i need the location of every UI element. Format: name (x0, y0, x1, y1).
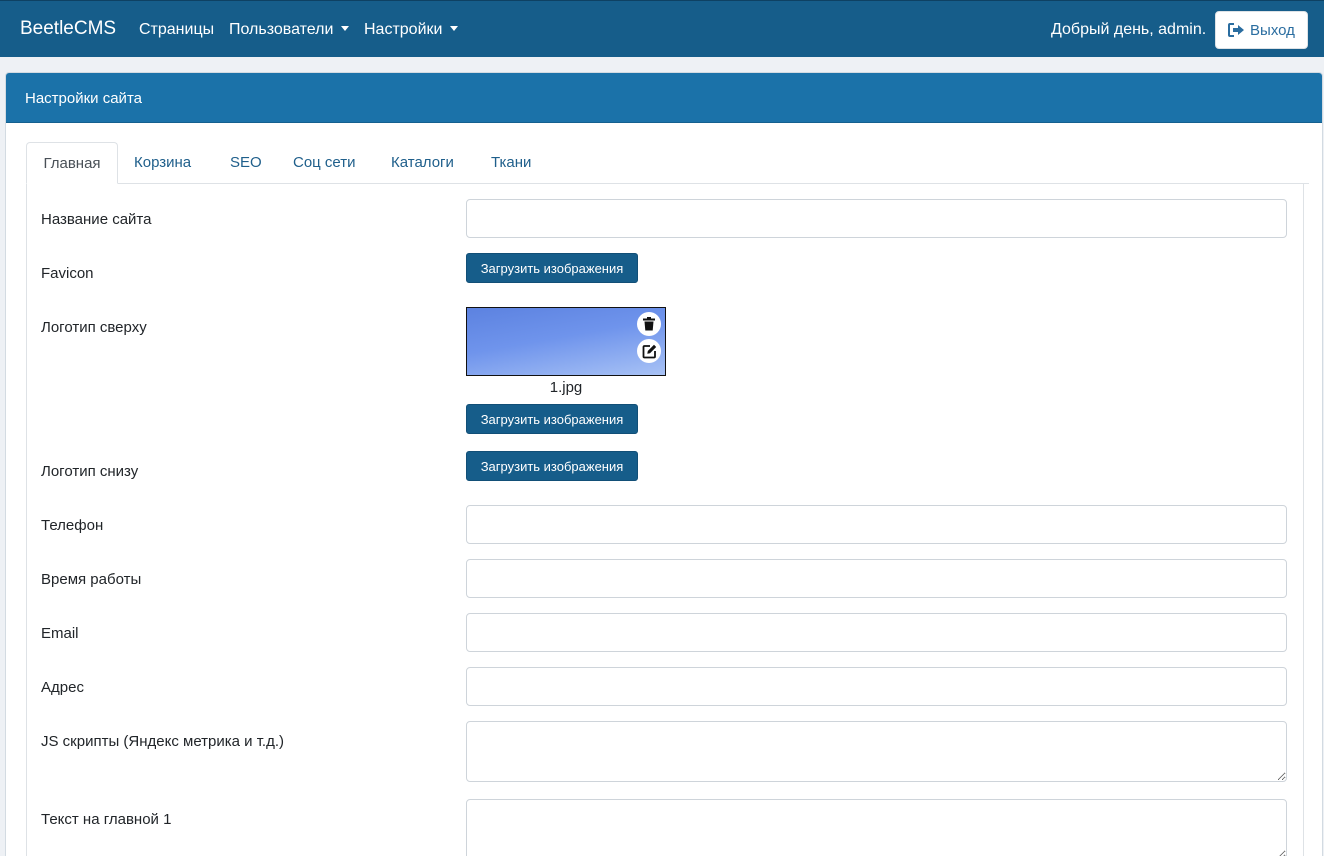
site-name-label: Название сайта (41, 211, 152, 228)
brand-logo[interactable]: BeetleCMS (20, 18, 116, 40)
nav-item-settings[interactable]: Настройки (364, 21, 459, 39)
chevron-down-icon (341, 26, 350, 31)
tab-fabrics[interactable]: Ткани (491, 154, 531, 171)
nav-item-settings-label: Настройки (364, 21, 443, 38)
address-label: Адрес (41, 679, 84, 696)
card-title: Настройки сайта (25, 90, 142, 107)
work-time-label: Время работы (41, 571, 142, 588)
edit-icon (642, 344, 656, 358)
nav-item-pages[interactable]: Страницы (139, 21, 214, 39)
logo-top-upload-button[interactable]: Загрузить изображения (466, 404, 638, 434)
logo-bottom-upload-button[interactable]: Загрузить изображения (466, 451, 638, 481)
logo-bottom-label: Логотип снизу (41, 463, 139, 480)
favicon-upload-button[interactable]: Загрузить изображения (466, 253, 638, 283)
logo-top-thumbnail (466, 307, 666, 376)
address-input[interactable] (466, 667, 1287, 706)
tab-social[interactable]: Соц сети (293, 154, 356, 171)
sign-out-icon (1228, 23, 1245, 37)
logout-label: Выход (1250, 21, 1295, 39)
logo-top-filename: 1.jpg (549, 379, 583, 396)
user-greeting: Добрый день, admin. (1051, 21, 1207, 38)
edit-image-button[interactable] (637, 339, 661, 363)
tab-main[interactable]: Главная (26, 142, 118, 184)
email-input[interactable] (466, 613, 1287, 652)
tabs-divider (26, 183, 1309, 184)
tab-pane-border-left (26, 183, 27, 856)
logo-top-label: Логотип сверху (41, 319, 147, 336)
delete-image-button[interactable] (637, 312, 661, 336)
main-text-1-label: Текст на главной 1 (41, 811, 172, 828)
tab-catalogs[interactable]: Каталоги (391, 154, 454, 171)
logout-button[interactable]: Выход (1215, 11, 1308, 49)
js-scripts-textarea[interactable] (466, 721, 1287, 782)
nav-item-pages-label: Страницы (139, 21, 215, 38)
phone-input[interactable] (466, 505, 1287, 544)
tab-cart[interactable]: Корзина (134, 154, 191, 171)
email-label: Email (41, 625, 79, 642)
main-text-1-textarea[interactable] (466, 799, 1287, 856)
chevron-down-icon (450, 26, 459, 31)
js-scripts-label: JS скрипты (Яндекс метрика и т.д.) (41, 733, 284, 750)
trash-icon (643, 317, 655, 331)
tab-pane-border-right (1303, 183, 1304, 856)
card-header: Настройки сайта (6, 73, 1322, 123)
top-navbar: BeetleCMS Страницы Пользователи Настройк… (0, 0, 1324, 57)
phone-label: Телефон (41, 517, 104, 534)
settings-card: Настройки сайта Главная Корзина SEO Соц … (5, 72, 1323, 856)
nav-item-users-label: Пользователи (229, 21, 334, 38)
site-name-input[interactable] (466, 199, 1287, 238)
tab-seo[interactable]: SEO (230, 154, 262, 171)
nav-item-users[interactable]: Пользователи (229, 21, 350, 39)
work-time-input[interactable] (466, 559, 1287, 598)
favicon-label: Favicon (41, 265, 94, 282)
